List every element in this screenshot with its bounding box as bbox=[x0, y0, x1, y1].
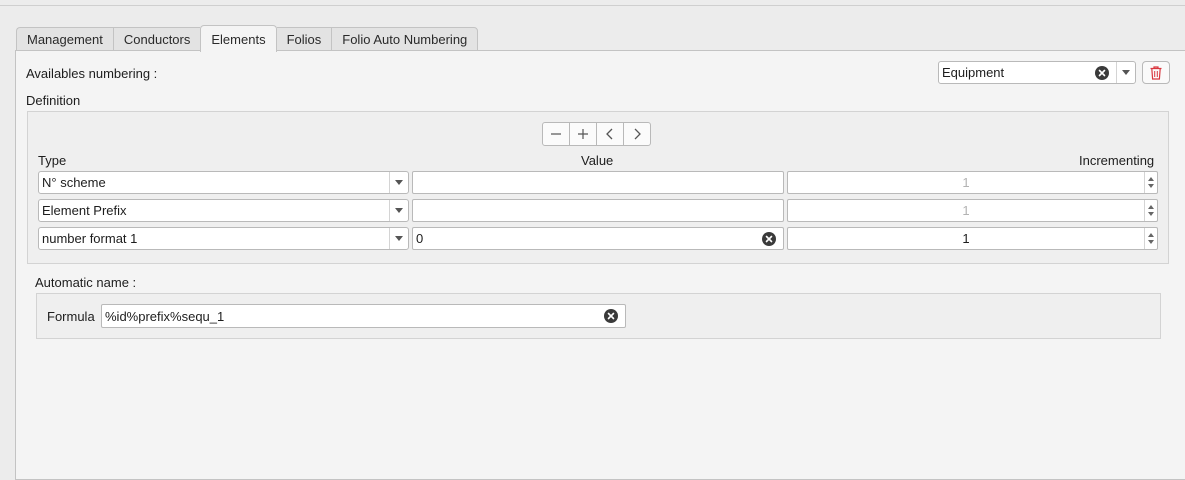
row-2-type-value: Element Prefix bbox=[42, 203, 127, 218]
move-left-button[interactable] bbox=[596, 122, 624, 146]
automatic-name-label: Automatic name : bbox=[35, 275, 137, 290]
tab-conductors[interactable]: Conductors bbox=[112, 27, 201, 51]
clear-icon[interactable] bbox=[604, 309, 618, 323]
tab-folios[interactable]: Folios bbox=[276, 27, 332, 51]
minus-icon bbox=[551, 133, 561, 135]
available-numbering-label: Availables numbering : bbox=[26, 66, 158, 81]
available-numbering-value: Equipment bbox=[942, 65, 1005, 80]
chevron-left-icon bbox=[606, 128, 613, 140]
column-header-value: Value bbox=[581, 153, 614, 168]
chevron-down-icon[interactable] bbox=[1116, 62, 1135, 83]
row-2-type-select[interactable]: Element Prefix bbox=[38, 199, 409, 222]
stepper-arrows-icon[interactable] bbox=[1144, 172, 1157, 193]
trash-icon bbox=[1150, 65, 1162, 80]
clear-icon[interactable] bbox=[762, 231, 776, 246]
stepper-arrows-icon[interactable] bbox=[1144, 200, 1157, 221]
move-right-button[interactable] bbox=[623, 122, 651, 146]
row-2-incrementing-spinbox[interactable]: 1 bbox=[787, 199, 1158, 222]
available-numbering-select[interactable]: Equipment bbox=[938, 61, 1136, 84]
remove-row-button[interactable] bbox=[542, 122, 570, 146]
row-1-incrementing-value: 1 bbox=[962, 175, 970, 190]
clear-icon[interactable] bbox=[1095, 65, 1109, 80]
chevron-right-icon bbox=[634, 128, 641, 140]
row-3-type-select[interactable]: number format 1 bbox=[38, 227, 409, 250]
chevron-down-icon[interactable] bbox=[389, 172, 408, 193]
top-divider bbox=[0, 5, 1185, 6]
column-header-incrementing: Incrementing bbox=[1079, 153, 1155, 168]
row-2-value-input[interactable] bbox=[412, 199, 784, 222]
row-3-incrementing-value: 1 bbox=[962, 231, 970, 246]
row-3-incrementing-spinbox[interactable]: 1 bbox=[787, 227, 1158, 250]
definition-label: Definition bbox=[26, 93, 81, 108]
plus-icon bbox=[578, 129, 588, 139]
column-header-type: Type bbox=[38, 153, 67, 168]
chevron-down-icon[interactable] bbox=[389, 228, 408, 249]
tab-folio-auto-numbering[interactable]: Folio Auto Numbering bbox=[331, 27, 479, 51]
delete-numbering-button[interactable] bbox=[1142, 61, 1170, 84]
add-row-button[interactable] bbox=[569, 122, 597, 146]
row-1-type-select[interactable]: N° scheme bbox=[38, 171, 409, 194]
row-3-value-text: 0 bbox=[416, 231, 424, 246]
row-1-type-value: N° scheme bbox=[42, 175, 106, 190]
row-1-value-input[interactable] bbox=[412, 171, 784, 194]
tab-management[interactable]: Management bbox=[16, 27, 113, 51]
definition-toolbar bbox=[542, 122, 651, 146]
stepper-arrows-icon[interactable] bbox=[1144, 228, 1157, 249]
row-1-incrementing-spinbox[interactable]: 1 bbox=[787, 171, 1158, 194]
row-2-incrementing-value: 1 bbox=[962, 203, 970, 218]
formula-label: Formula bbox=[47, 309, 95, 324]
formula-input[interactable]: %id%prefix%sequ_1 bbox=[101, 304, 626, 328]
row-3-type-value: number format 1 bbox=[42, 231, 138, 246]
row-3-value-input[interactable]: 0 bbox=[412, 227, 784, 250]
chevron-down-icon[interactable] bbox=[389, 200, 408, 221]
formula-value: %id%prefix%sequ_1 bbox=[105, 308, 225, 324]
tab-bar: Management Conductors Elements Folios Fo… bbox=[16, 25, 479, 52]
tab-elements[interactable]: Elements bbox=[200, 25, 277, 52]
